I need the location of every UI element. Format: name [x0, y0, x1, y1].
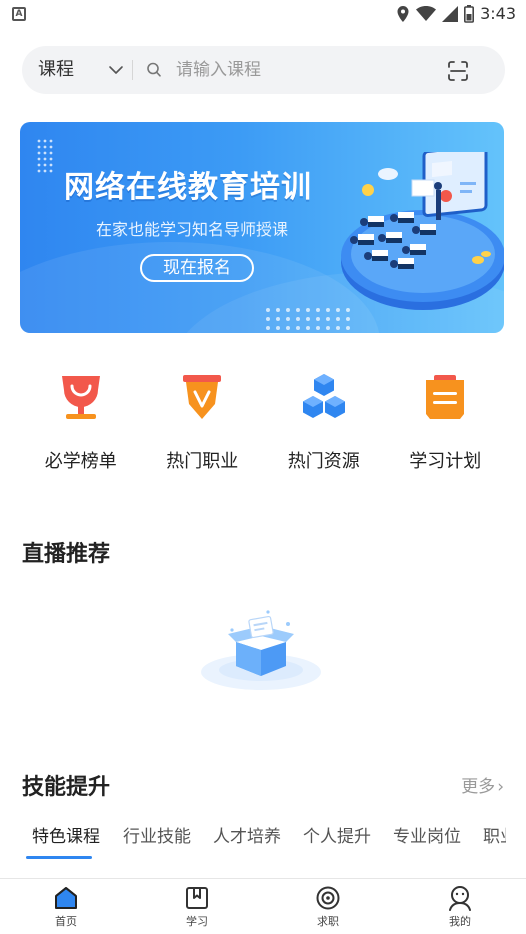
nav-home[interactable]: 首页	[36, 885, 96, 929]
empty-box-icon	[201, 610, 321, 690]
quick-entry-label: 热门职业	[166, 451, 239, 472]
dot-pattern-icon	[37, 139, 53, 173]
skills-section-title: 技能提升	[22, 775, 111, 800]
quick-entry-resources[interactable]: 热门资源	[263, 368, 385, 478]
quick-entry-jobs[interactable]: 热门职业	[142, 368, 264, 478]
plan-icon	[426, 375, 465, 419]
trophy-icon	[61, 376, 100, 419]
chevron-down-icon[interactable]	[108, 62, 124, 78]
banner-subtitle: 在家也能学习知名导师授课	[96, 220, 289, 239]
tab-career[interactable]: 职业	[483, 822, 506, 847]
nav-label: 首页	[55, 915, 77, 928]
scan-icon[interactable]	[447, 60, 469, 82]
wifi-icon	[416, 5, 437, 21]
quick-entry-plan[interactable]: 学习计划	[385, 368, 507, 478]
banner-title: 网络在线教育培训	[64, 170, 312, 205]
tab-personal-growth[interactable]: 个人提升	[303, 822, 371, 847]
tab-talent-training[interactable]: 人才培养	[213, 822, 281, 847]
promo-banner[interactable]: 网络在线教育培训 在家也能学习知名导师授课 现在报名	[20, 122, 504, 333]
clock: 3:43	[480, 4, 516, 23]
battery-icon	[464, 4, 475, 23]
nav-profile[interactable]: 我的	[430, 885, 490, 929]
search-bar: 课程 请输入课程	[22, 46, 505, 94]
bottom-nav: 首页 学习 求职 我的	[0, 878, 526, 934]
classroom-illustration-icon	[341, 152, 504, 310]
target-icon	[316, 886, 340, 910]
tab-professional-roles[interactable]: 专业岗位	[393, 822, 461, 847]
quick-entry-label: 必学榜单	[44, 451, 117, 472]
skills-tabs: 特色课程 行业技能 人才培养 个人提升 专业岗位 职业	[22, 822, 506, 862]
tab-featured-courses[interactable]: 特色课程	[32, 822, 100, 847]
location-icon	[397, 5, 409, 22]
more-link[interactable]: 更多 ›	[459, 772, 504, 797]
quick-entry-label: 学习计划	[409, 451, 482, 472]
nav-label: 求职	[317, 915, 339, 928]
nav-study[interactable]: 学习	[167, 885, 227, 929]
search-divider	[132, 60, 133, 80]
status-icons: 3:43	[396, 4, 516, 23]
search-category-select[interactable]: 课程	[38, 46, 74, 94]
live-section-title: 直播推荐	[22, 542, 111, 567]
status-bar: A 3:43	[0, 0, 526, 28]
home-icon	[55, 887, 77, 909]
nav-jobs[interactable]: 求职	[298, 885, 358, 929]
signal-icon	[442, 5, 459, 22]
chevron-right-icon: ›	[497, 777, 504, 797]
badge-icon	[183, 375, 222, 419]
active-tab-indicator	[26, 856, 92, 859]
profile-icon	[449, 886, 471, 911]
search-icon	[147, 62, 161, 77]
book-icon	[186, 887, 208, 909]
quick-entry-label: 热门资源	[287, 451, 360, 472]
app-root: A 3:43 课程 请输入课程 网络在线教育培训 在家也能学习知名导师授课 现在…	[0, 0, 526, 934]
notification-badge: A	[12, 7, 26, 21]
more-label: 更多	[461, 777, 496, 797]
quick-entries: 必学榜单 热门职业 热门资源 学习计划	[20, 368, 506, 478]
tab-industry-skills[interactable]: 行业技能	[123, 822, 191, 847]
nav-label: 学习	[186, 915, 208, 928]
nav-label: 我的	[449, 915, 471, 928]
cubes-icon	[302, 374, 345, 418]
quick-entry-ranking[interactable]: 必学榜单	[20, 368, 142, 478]
register-now-button[interactable]: 现在报名	[140, 254, 254, 282]
search-input[interactable]: 请输入课程	[176, 46, 261, 94]
